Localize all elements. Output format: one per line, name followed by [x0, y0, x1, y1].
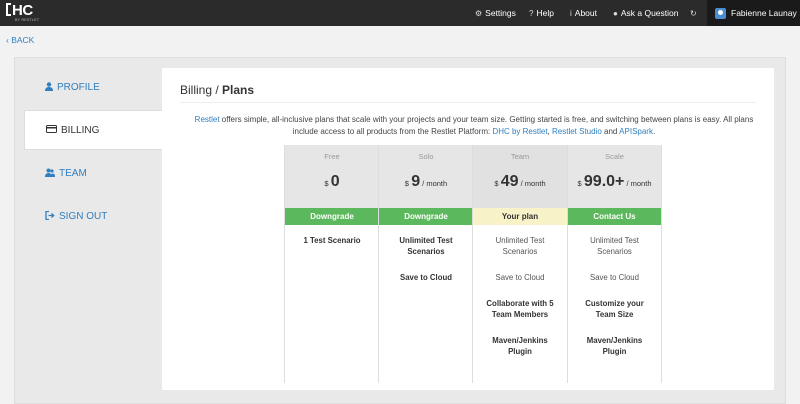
sidebar-item-label: PROFILE: [57, 81, 100, 93]
plan-price: $ 0: [324, 173, 340, 190]
avatar: [715, 7, 726, 19]
logo-bracket-icon: [6, 3, 11, 16]
help-icon: ?: [529, 8, 534, 18]
sidebar-item-label: TEAM: [59, 167, 87, 179]
user-icon: [45, 81, 53, 93]
plan-features: Unlimited Test Scenarios Save to Cloud: [379, 235, 473, 298]
dhc-logo[interactable]: HC BY RESTLET: [6, 3, 46, 23]
user-menu[interactable]: Fabienne Launay: [707, 0, 800, 26]
breadcrumb: Billing /: [180, 83, 223, 97]
page-title: Billing / Plans: [180, 83, 254, 97]
back-link[interactable]: ‹ BACK: [6, 35, 34, 45]
plan-scale: Scale $ 99.0+ / month Contact Us Unlimit…: [567, 145, 662, 383]
restlet-studio-link[interactable]: Restlet Studio: [552, 127, 602, 136]
plan-solo: Solo $ 9 / month Downgrade Unlimited Tes…: [378, 145, 473, 383]
restlet-link[interactable]: Restlet: [195, 115, 220, 124]
sidebar-item-billing[interactable]: BILLING: [24, 110, 162, 150]
refresh-icon: ↻: [690, 8, 697, 18]
sidebar-item-label: BILLING: [61, 124, 100, 136]
plan-price: $ 9 / month: [404, 173, 448, 190]
apispark-link[interactable]: APISpark: [619, 127, 653, 136]
chat-bubble-icon: ●: [613, 8, 618, 18]
credit-card-icon: [46, 125, 57, 135]
settings-link[interactable]: ⚙ Settings: [475, 0, 516, 26]
plan-header: Solo $ 9 / month: [379, 145, 473, 208]
plan-name: Free: [324, 152, 340, 161]
help-link[interactable]: ? Help: [529, 0, 554, 26]
feature-item: Customize your Team Size: [585, 299, 644, 319]
feature-item: Save to Cloud: [400, 273, 452, 282]
refresh-button[interactable]: ↻: [690, 0, 697, 26]
plan-team: Team $ 49 / month Your plan Unlimited Te…: [472, 145, 567, 383]
dhc-link[interactable]: DHC by Restlet: [492, 127, 547, 136]
team-icon: [45, 168, 55, 179]
feature-item: Save to Cloud: [590, 273, 639, 282]
downgrade-button[interactable]: Downgrade: [379, 208, 473, 225]
divider: [180, 102, 756, 103]
feature-item: Maven/Jenkins Plugin: [586, 336, 643, 356]
plan-features: Unlimited Test Scenarios Save to Cloud C…: [473, 235, 567, 372]
downgrade-button[interactable]: Downgrade: [285, 208, 379, 225]
plan-free: Free $ 0 Downgrade 1 Test Scenario: [284, 145, 379, 383]
plan-name: Team: [510, 152, 530, 161]
current-plan-badge: Your plan: [473, 208, 567, 225]
info-icon: i: [570, 8, 572, 18]
page-title-text: Plans: [222, 83, 255, 97]
about-link[interactable]: i About: [570, 0, 597, 26]
sidebar-item-sign-out[interactable]: SIGN OUT: [24, 196, 162, 236]
plan-name: Scale: [605, 152, 624, 161]
plans-description: Restlet offers simple, all-inclusive pla…: [194, 115, 754, 136]
plan-header: Scale $ 99.0+ / month: [568, 145, 661, 208]
user-name: Fabienne Launay: [731, 8, 797, 18]
sidebar-item-profile[interactable]: PROFILE: [24, 67, 162, 107]
plan-features: 1 Test Scenario: [285, 235, 379, 261]
feature-item: Save to Cloud: [495, 273, 545, 282]
sign-out-icon: [45, 210, 55, 222]
sidebar-item-label: SIGN OUT: [59, 210, 108, 222]
plan-price: $ 49 / month: [494, 173, 546, 190]
feature-item: Unlimited Test Scenarios: [399, 236, 453, 256]
plan-features: Unlimited Test Scenarios Save to Cloud C…: [568, 235, 661, 372]
plan-header: Team $ 49 / month: [473, 145, 567, 208]
plan-price: $ 99.0+ / month: [577, 173, 652, 190]
feature-item: Maven/Jenkins Plugin: [492, 336, 548, 356]
plan-name: Solo: [418, 152, 434, 161]
feature-item: Collaborate with 5 Team Members: [486, 299, 554, 319]
top-bar: HC BY RESTLET ⚙ Settings ? Help i About ● As…: [0, 0, 800, 26]
logo-text: HC: [12, 2, 33, 19]
gear-icon: ⚙: [475, 8, 483, 18]
sidebar-item-team[interactable]: TEAM: [24, 153, 162, 193]
plan-header: Free $ 0: [285, 145, 379, 208]
feature-item: Unlimited Test Scenarios: [495, 236, 545, 256]
feature-item: 1 Test Scenario: [303, 236, 361, 245]
logo-subtitle: BY RESTLET: [15, 18, 40, 22]
ask-question-link[interactable]: ● Ask a Question: [613, 0, 678, 26]
feature-item: Unlimited Test Scenarios: [590, 236, 639, 256]
contact-us-button[interactable]: Contact Us: [568, 208, 661, 225]
